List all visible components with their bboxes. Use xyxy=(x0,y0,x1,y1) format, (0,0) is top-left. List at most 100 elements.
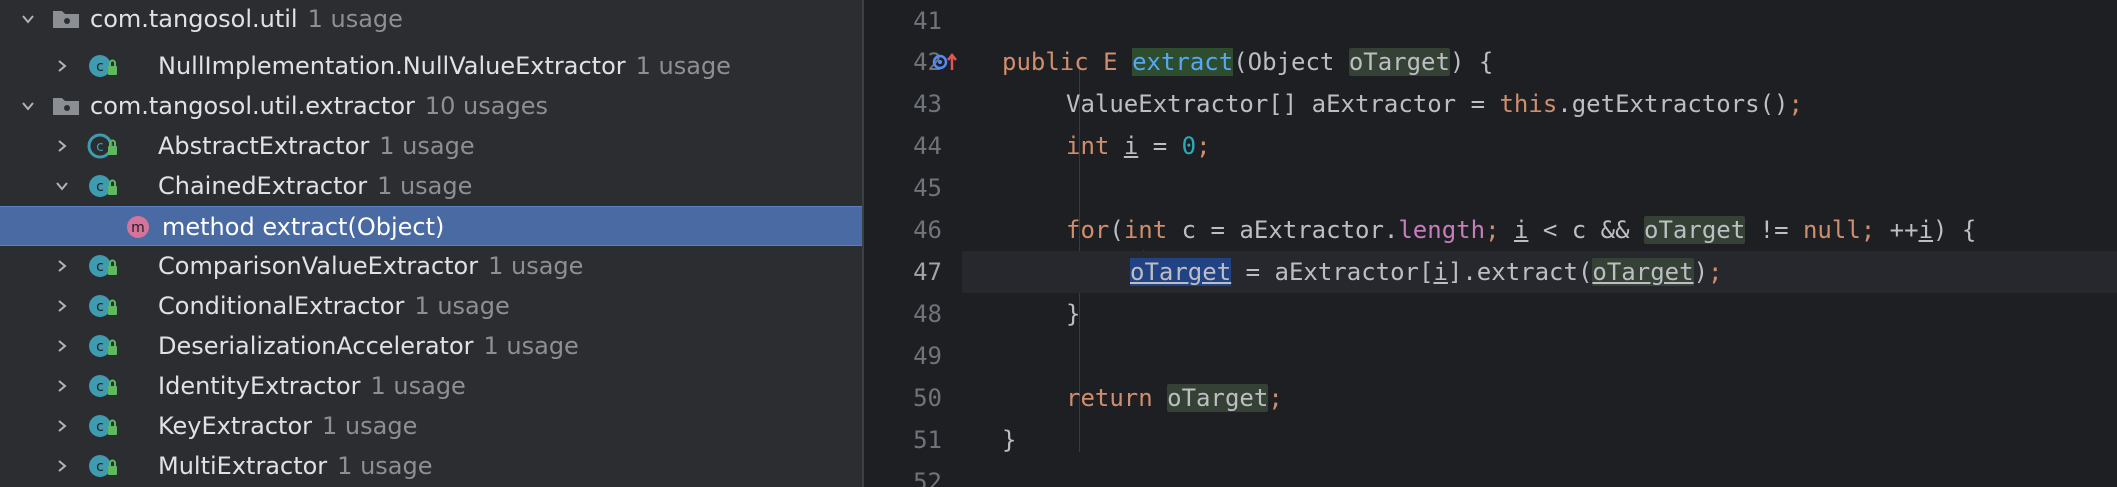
kw-int: int xyxy=(1123,216,1168,244)
tree-row-comparison-value-extractor[interactable]: c ComparisonValueExtractor 1 usage xyxy=(0,246,862,286)
splitter-line xyxy=(862,0,864,487)
kw-int: int xyxy=(1066,132,1110,160)
package-icon xyxy=(50,5,86,33)
chevron-down-icon[interactable] xyxy=(16,0,40,39)
tree-row-label: AbstractExtractor 1 usage xyxy=(158,132,475,160)
semicolon: ; xyxy=(1268,384,1283,412)
closing-brace: } xyxy=(1002,426,1017,454)
tree-row-deserialization-accelerator[interactable]: c DeserializationAccelerator 1 usage xyxy=(0,326,862,366)
semicolon: ; xyxy=(1196,132,1211,160)
tree-row-label: DeserializationAccelerator 1 usage xyxy=(158,332,579,360)
var-otarget[interactable]: oTarget xyxy=(1167,384,1269,412)
var-i[interactable]: i xyxy=(1433,258,1447,286)
code-line-43: ValueExtractor[] aExtractor = this.getEx… xyxy=(962,83,2117,125)
tree-row-label: KeyExtractor 1 usage xyxy=(158,412,418,440)
tree-row-null-value-extractor[interactable]: c NullImplementation.NullValueExtractor 1… xyxy=(0,46,862,86)
kw-for: for xyxy=(1066,216,1110,244)
var-i[interactable]: i xyxy=(1124,132,1138,160)
chevron-right-icon[interactable] xyxy=(50,246,74,286)
tree-row-label: NullImplementation.NullValueExtractor 1 u… xyxy=(158,52,731,80)
code-fragment: ) xyxy=(1693,258,1709,286)
chevron-right-icon[interactable] xyxy=(50,366,74,406)
code-fragment: = xyxy=(1138,132,1182,160)
tree-row-package-extractor[interactable]: com.tangosol.util.extractor 10 usages xyxy=(0,86,862,126)
class-icon: c xyxy=(86,292,122,320)
var-otarget-caret[interactable]: oTarget xyxy=(1130,258,1232,286)
tree-row-label: IdentityExtractor 1 usage xyxy=(158,372,466,400)
package-icon xyxy=(50,92,86,120)
var-otarget[interactable]: oTarget xyxy=(1644,216,1746,244)
svg-text:m: m xyxy=(131,220,145,236)
line-number: 45 xyxy=(913,174,942,202)
param-otarget[interactable]: oTarget xyxy=(1348,48,1450,76)
code-line-44: int i = 0; xyxy=(962,125,2117,167)
method-icon: m xyxy=(124,213,160,241)
overrides-method-icon[interactable] xyxy=(932,50,960,74)
chevron-right-icon[interactable] xyxy=(50,46,74,86)
tree-row-method-extract-selected[interactable]: m method extract(Object) xyxy=(0,206,862,246)
tree-row-key-extractor[interactable]: c KeyExtractor 1 usage xyxy=(0,406,862,446)
var-otarget[interactable]: oTarget xyxy=(1592,258,1694,286)
code-editor[interactable]: 41 42 43 44 45 46 47 48 49 50 51 52 publ… xyxy=(876,0,2117,487)
kw-public: public xyxy=(1002,48,1089,76)
line-number: 51 xyxy=(913,426,942,454)
chevron-right-icon[interactable] xyxy=(50,286,74,326)
code-fragment: c = aExtractor. xyxy=(1167,216,1399,244)
usages-tree[interactable]: com.tangosol.util 1 usage c NullImplement… xyxy=(0,0,862,487)
editor-gutter[interactable]: 41 42 43 44 45 46 47 48 49 50 51 52 xyxy=(876,0,962,487)
semicolon: ; xyxy=(1788,90,1803,118)
svg-text:c: c xyxy=(96,59,104,75)
panel-splitter[interactable] xyxy=(862,0,876,487)
tree-row-label: ConditionalExtractor 1 usage xyxy=(158,292,510,320)
svg-text:c: c xyxy=(96,339,104,355)
tree-row-multi-extractor[interactable]: c MultiExtractor 1 usage xyxy=(0,446,862,486)
line-number: 41 xyxy=(913,7,942,35)
chevron-right-icon[interactable] xyxy=(50,126,74,166)
line-number: 44 xyxy=(913,132,942,160)
var-i[interactable]: i xyxy=(1514,216,1528,244)
tree-row-label: method extract(Object) xyxy=(162,213,445,241)
line-number: 48 xyxy=(913,300,942,328)
tree-row-label: com.tangosol.util 1 usage xyxy=(90,5,403,33)
line-number-current: 47 xyxy=(913,258,942,286)
code-line-48: } xyxy=(962,293,2117,335)
var-i[interactable]: i xyxy=(1919,216,1933,244)
tree-row-abstract-extractor[interactable]: c AbstractExtractor 1 usage xyxy=(0,126,862,166)
tree-row-chained-extractor[interactable]: c ChainedExtractor 1 usage xyxy=(0,166,862,206)
code-area[interactable]: public E extract(Object oTarget) { Value… xyxy=(962,0,2117,487)
field-length[interactable]: length xyxy=(1398,216,1485,244)
tree-row-package-util[interactable]: com.tangosol.util 1 usage xyxy=(0,0,862,39)
chevron-right-icon[interactable] xyxy=(50,406,74,446)
code-fragment: ++ xyxy=(1875,216,1919,244)
line-number: 46 xyxy=(913,216,942,244)
chevron-down-icon[interactable] xyxy=(16,86,40,126)
class-icon: c xyxy=(86,412,122,440)
code-line-47-current: oTarget = aExtractor[i].extract(oTarget)… xyxy=(962,251,2117,293)
semicolon: ; xyxy=(1708,258,1723,286)
tree-row-identity-extractor[interactable]: c IdentityExtractor 1 usage xyxy=(0,366,862,406)
line-number: 49 xyxy=(913,342,942,370)
code-fragment: ].extract( xyxy=(1447,258,1593,286)
chevron-right-icon[interactable] xyxy=(50,326,74,366)
code-fragment: ValueExtractor[] aExtractor = xyxy=(1066,90,1500,118)
kw-null: null xyxy=(1802,216,1861,244)
closing-brace: } xyxy=(1066,300,1081,328)
code-fragment: != xyxy=(1745,216,1803,244)
chevron-right-icon[interactable] xyxy=(50,446,74,486)
class-icon: c xyxy=(86,372,122,400)
class-icon: c xyxy=(86,252,122,280)
semicolon: ; xyxy=(1860,216,1876,244)
svg-text:c: c xyxy=(96,459,104,475)
method-name-extract[interactable]: extract xyxy=(1132,48,1234,76)
kw-return: return xyxy=(1066,384,1153,412)
class-icon: c xyxy=(86,52,122,80)
number-literal: 0 xyxy=(1181,132,1197,160)
svg-text:c: c xyxy=(96,139,104,155)
tree-row-conditional-extractor[interactable]: c ConditionalExtractor 1 usage xyxy=(0,286,862,326)
svg-text:c: c xyxy=(96,179,104,195)
chevron-down-icon[interactable] xyxy=(50,166,74,206)
class-icon: c xyxy=(86,172,122,200)
svg-text:c: c xyxy=(96,259,104,275)
